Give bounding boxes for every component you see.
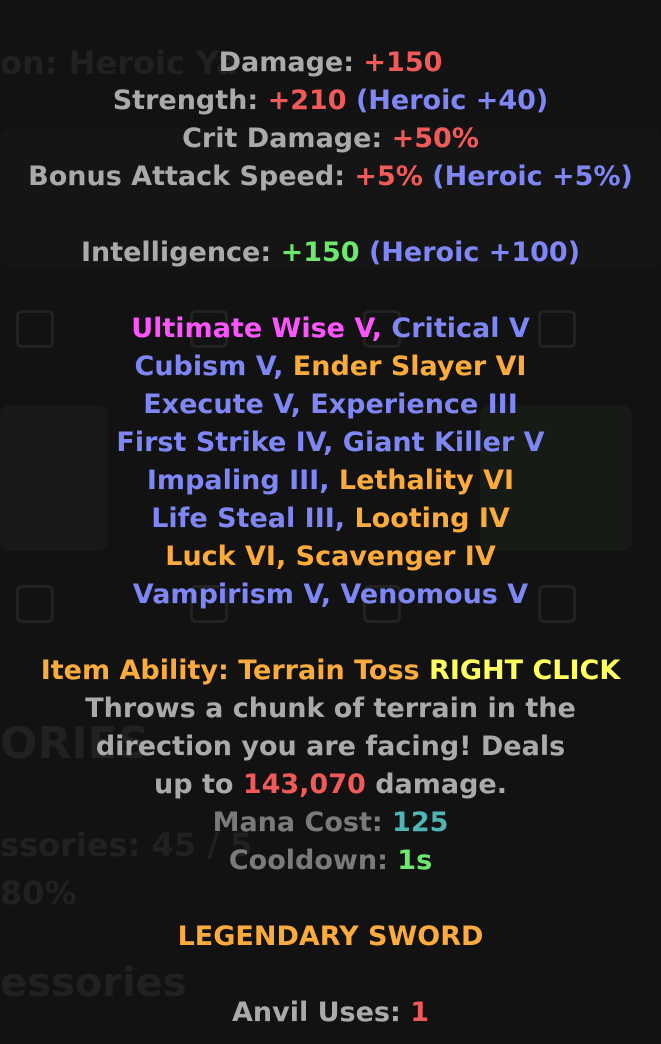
- enchant-line: Execute V, Experience III: [143, 389, 518, 420]
- rarity-label: LEGENDARY SWORD: [177, 921, 484, 952]
- ability-title: Item Ability: Terrain Toss RIGHT CLICK: [40, 655, 621, 686]
- enchant-line: Life Steal III, Looting IV: [151, 503, 510, 534]
- ability-description: Throws a chunk of terrain in the: [85, 693, 576, 724]
- stat-intelligence: Intelligence: +150 (Heroic +100): [80, 237, 581, 268]
- stat-attack-speed: Bonus Attack Speed: +5% (Heroic +5%): [28, 161, 633, 192]
- cooldown: Cooldown: 1s: [228, 845, 433, 876]
- enchant-line: Impaling III, Lethality VI: [146, 465, 515, 496]
- anvil-uses: Anvil Uses: 1: [232, 997, 429, 1028]
- stat-damage: Damage: +150: [218, 47, 443, 78]
- ability-description: direction you are facing! Deals: [95, 731, 566, 762]
- enchant-line: Ultimate Wise V, Critical V: [131, 313, 530, 344]
- stat-crit-damage: Crit Damage: +50%: [182, 123, 479, 154]
- enchant-line: Luck VI, Scavenger IV: [165, 541, 496, 572]
- enchant-line: Vampirism V, Venomous V: [132, 579, 529, 610]
- stat-strength: Strength: +210 (Heroic +40): [112, 85, 549, 116]
- enchant-line: First Strike IV, Giant Killer V: [116, 427, 545, 458]
- mana-cost: Mana Cost: 125: [212, 807, 449, 838]
- enchant-line: Cubism V, Ender Slayer VI: [134, 351, 527, 382]
- item-tooltip: Damage: +150 Strength: +210 (Heroic +40)…: [0, 44, 661, 1032]
- ability-description: up to 143,070 damage.: [154, 769, 507, 800]
